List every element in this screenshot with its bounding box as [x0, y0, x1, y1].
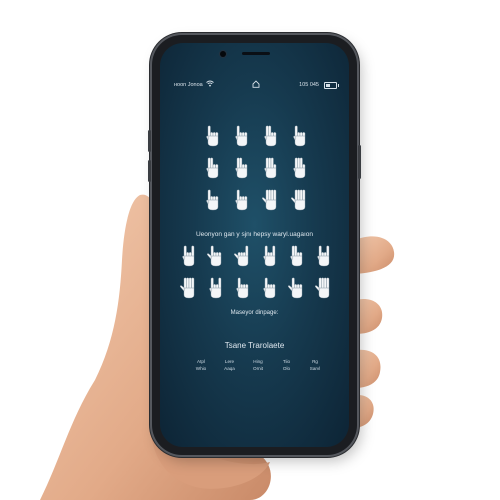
index-up-sign-icon[interactable]: [232, 187, 252, 211]
pinky-thumb-sign-icon[interactable]: [233, 243, 253, 267]
translation-word[interactable]: Whio: [188, 366, 214, 371]
two-fingers-sign-icon[interactable]: [261, 123, 281, 147]
index-up-sign-icon[interactable]: [260, 275, 280, 299]
three-fingers-sign-icon[interactable]: [290, 155, 310, 179]
camera: [220, 51, 226, 57]
battery-icon: [324, 82, 339, 89]
volume-button: [148, 130, 151, 152]
point-sign-icon[interactable]: [206, 243, 226, 267]
translation-word[interactable]: Hing: [245, 359, 271, 364]
speaker: [242, 52, 270, 55]
translation-row: Whio Aaqa Ornit Olo Sarvl: [188, 366, 328, 371]
phone-frame: нoon Jonoa 105 045 Ueonyon gan y sjnı he…: [148, 35, 361, 455]
open-palm-sign-icon[interactable]: [261, 187, 281, 211]
sign-grid-top: [198, 123, 314, 211]
translation-word[interactable]: Aaqa: [217, 366, 243, 371]
open-palm-sign-icon[interactable]: [314, 275, 334, 299]
translation-word[interactable]: Tiio: [274, 359, 300, 364]
two-fingers-sign-icon[interactable]: [287, 243, 307, 267]
index-up-sign-icon[interactable]: [203, 187, 223, 211]
caption-top: Ueonyon gan y sjnı hepsy waryl.uagaıon: [195, 231, 314, 238]
index-up-sign-icon[interactable]: [290, 123, 310, 147]
translate-title: Tsane Trarolaete: [224, 341, 285, 350]
home-icon[interactable]: [252, 80, 260, 88]
index-up-sign-icon[interactable]: [203, 123, 223, 147]
wifi-icon: [206, 80, 214, 87]
rock-horns-sign-icon[interactable]: [260, 243, 280, 267]
translation-row: Atpl Lere Hing Tiio Rg: [188, 359, 328, 364]
index-up-sign-icon[interactable]: [233, 275, 253, 299]
two-fingers-sign-icon[interactable]: [203, 155, 223, 179]
translation-word[interactable]: Atpl: [188, 359, 214, 364]
translation-word[interactable]: Sarvl: [302, 366, 328, 371]
caption-bottom: Maseyor dinpage:: [230, 310, 279, 316]
translation-word[interactable]: Rg: [302, 359, 328, 364]
two-fingers-sign-icon[interactable]: [232, 155, 252, 179]
carrier-label: нoon Jonoa: [174, 82, 203, 88]
open-palm-sign-icon[interactable]: [179, 275, 199, 299]
translation-word[interactable]: Lere: [217, 359, 243, 364]
phone-screen: нoon Jonoa 105 045 Ueonyon gan y sjnı he…: [160, 43, 349, 447]
translation-word[interactable]: Ornit: [245, 366, 271, 371]
volume-button: [148, 160, 151, 182]
open-palm-sign-icon[interactable]: [290, 187, 310, 211]
clock-label: 105 045: [299, 82, 319, 88]
rock-horns-sign-icon[interactable]: [179, 243, 199, 267]
rock-horns-sign-icon[interactable]: [314, 243, 334, 267]
three-fingers-sign-icon[interactable]: [261, 155, 281, 179]
point-sign-icon[interactable]: [287, 275, 307, 299]
sign-grid-bottom: [175, 243, 335, 299]
index-up-sign-icon[interactable]: [232, 123, 252, 147]
rock-horns-sign-icon[interactable]: [206, 275, 226, 299]
power-button: [358, 145, 361, 179]
status-bar: нoon Jonoa 105 045: [160, 79, 349, 91]
translation-word[interactable]: Olo: [274, 366, 300, 371]
